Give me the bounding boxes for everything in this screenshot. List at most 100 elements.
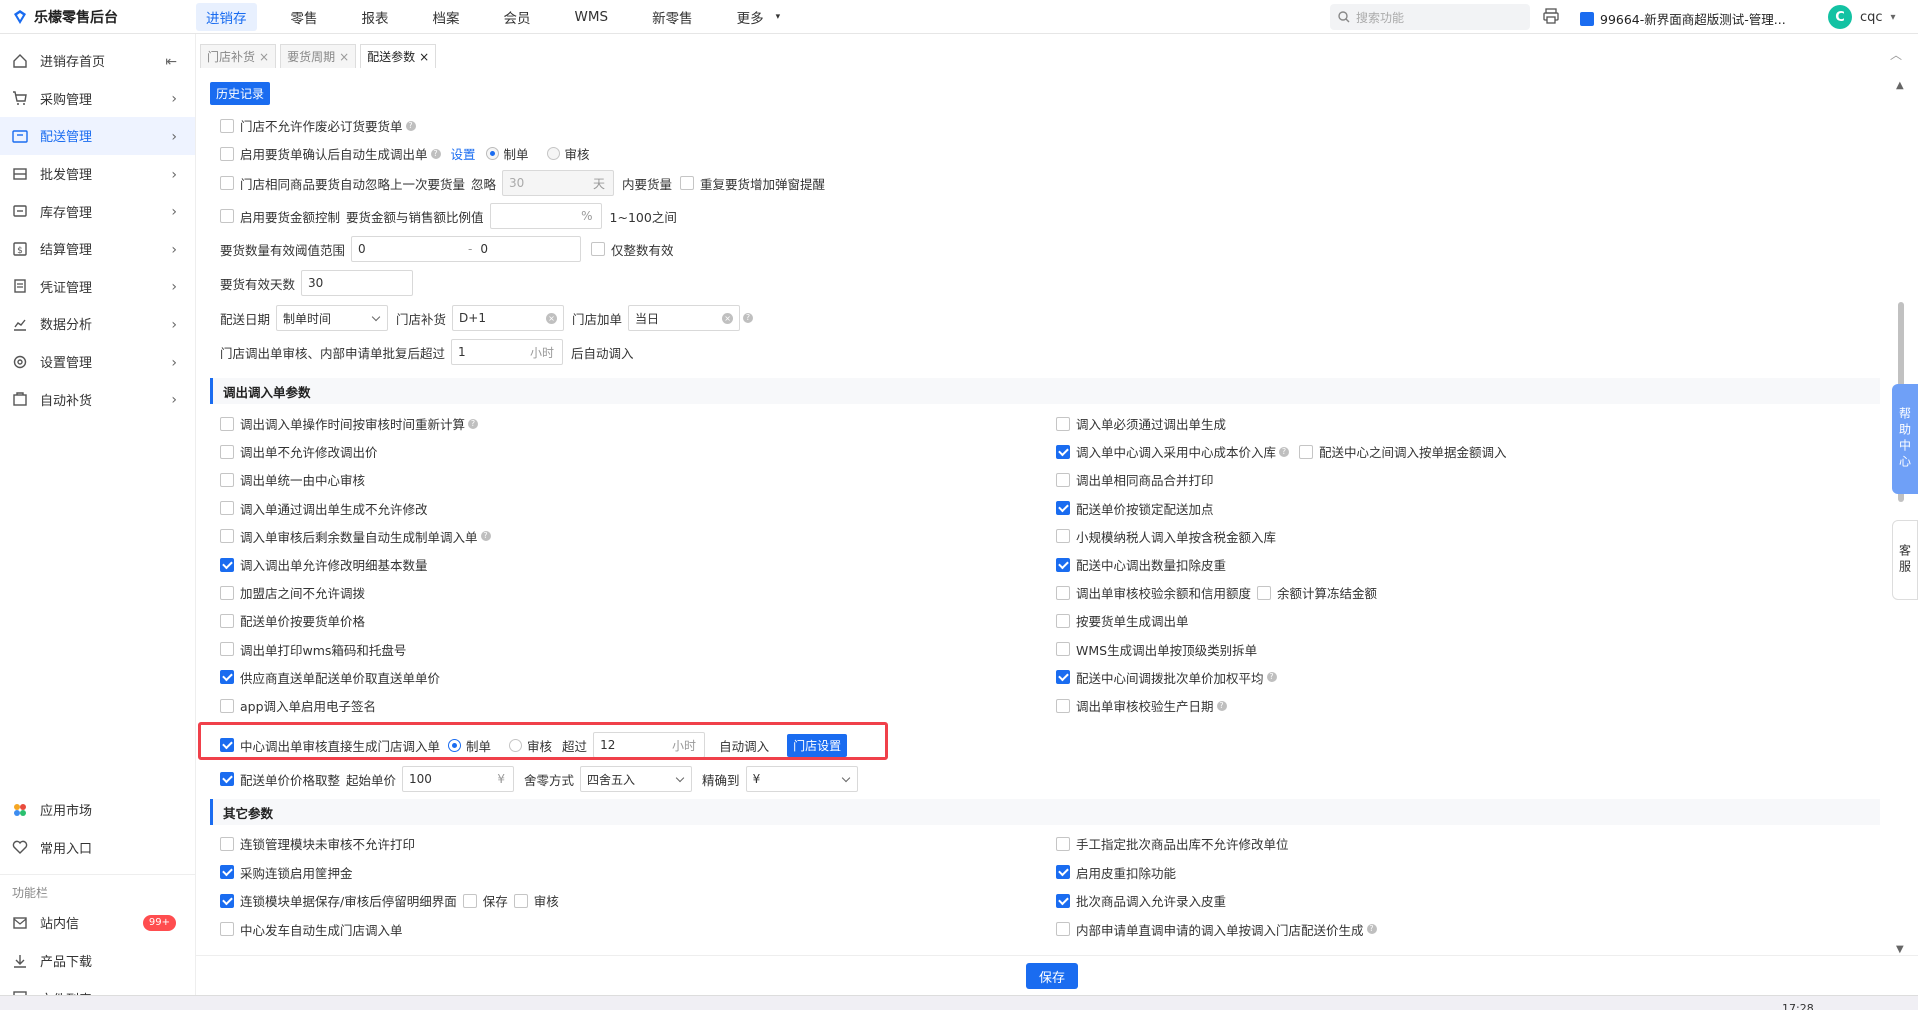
save-button[interactable]: 保存 — [1026, 963, 1078, 989]
help-icon[interactable]: ? — [1216, 700, 1227, 711]
store-replenish-input[interactable]: D+1 × — [452, 305, 565, 331]
radio-draft[interactable] — [485, 147, 499, 160]
ignore-days-input[interactable]: 30 天 — [502, 170, 615, 196]
checkbox[interactable] — [1056, 670, 1070, 685]
close-icon[interactable]: × — [339, 50, 349, 64]
rounding-select[interactable]: 四舍五入 — [580, 766, 693, 792]
checkbox[interactable] — [220, 118, 234, 133]
valid-days-input[interactable]: 30 — [301, 270, 414, 296]
store-add-input[interactable]: 当日 × — [628, 305, 741, 331]
sidebar-item[interactable]: 批发管理 › — [0, 155, 195, 193]
radio-audit[interactable] — [546, 147, 560, 160]
sidebar-item[interactable]: 常用入口 — [0, 829, 196, 867]
sidebar-item[interactable]: 产品下载 — [0, 942, 196, 980]
brand[interactable]: 乐檬零售后台 — [0, 7, 196, 27]
sidebar-item[interactable]: 凭证管理 › — [0, 268, 195, 306]
checkbox[interactable] — [1257, 585, 1272, 600]
scroll-up-icon[interactable]: ▲ — [1896, 80, 1904, 91]
checkbox[interactable] — [220, 585, 234, 600]
sidebar-item[interactable]: 自动补货 › — [0, 380, 195, 418]
top-nav-item[interactable]: 零售 — [281, 3, 328, 31]
checkbox[interactable] — [220, 922, 234, 936]
sidebar-item[interactable]: 采购管理 › — [0, 80, 195, 118]
checkbox[interactable] — [1056, 416, 1070, 431]
checkbox[interactable] — [1056, 922, 1070, 936]
history-button[interactable]: 历史记录 — [210, 82, 271, 105]
checkbox[interactable] — [220, 836, 234, 851]
user-menu[interactable]: C cqc ▾ — [1828, 5, 1896, 29]
tab-2[interactable]: 配送参数 × — [360, 44, 437, 68]
top-nav-item[interactable]: 新零售 — [642, 3, 703, 31]
start-price-input[interactable]: 100 ¥ — [402, 766, 515, 792]
checkbox[interactable] — [680, 176, 695, 190]
sidebar-item[interactable]: 设置管理 › — [0, 343, 195, 381]
checkbox[interactable] — [220, 670, 234, 685]
printer-icon[interactable] — [1542, 7, 1560, 25]
checkbox[interactable] — [220, 642, 234, 657]
precision-select[interactable]: ¥ — [745, 766, 858, 792]
sidebar-item[interactable]: 进销存首页 ⇤ — [0, 42, 195, 80]
top-nav-item[interactable]: 档案 — [423, 3, 470, 31]
help-icon[interactable]: ? — [1366, 924, 1377, 934]
checkbox[interactable] — [220, 501, 234, 516]
sidebar-item[interactable]: $ 结算管理 › — [0, 230, 195, 268]
checkbox[interactable] — [220, 444, 234, 459]
ratio-input[interactable]: % — [489, 203, 602, 229]
clear-icon[interactable]: × — [722, 313, 734, 324]
checkbox[interactable] — [220, 772, 234, 786]
checkbox[interactable] — [220, 557, 234, 572]
scroll-down-icon[interactable]: ▼ — [1896, 944, 1904, 955]
top-nav-item[interactable]: 进销存 — [196, 2, 257, 31]
checkbox[interactable] — [1056, 698, 1070, 713]
threshold-range-input[interactable]: 0 - 0 — [351, 236, 582, 262]
delivery-date-select[interactable]: 制单时间 — [276, 305, 389, 331]
help-icon[interactable]: ? — [468, 418, 479, 429]
tab-0[interactable]: 门店补货 × — [200, 44, 277, 68]
close-icon[interactable]: × — [259, 50, 269, 64]
settings-link[interactable]: 设置 — [451, 144, 476, 163]
sidebar-item[interactable]: 站内信 99+ — [0, 904, 196, 942]
help-icon[interactable]: ? — [1266, 672, 1277, 683]
help-icon[interactable]: ? — [1279, 446, 1290, 457]
checkbox[interactable] — [462, 893, 477, 908]
collapse-tabs-icon[interactable]: ︿ — [1890, 46, 1902, 63]
checkbox[interactable] — [220, 613, 234, 628]
org-selector[interactable]: 99664-新界面商超版测试-管理... — [1580, 9, 1786, 28]
sidebar-item[interactable]: 应用市场 — [0, 791, 196, 829]
checkbox[interactable] — [1056, 613, 1070, 628]
auto-in-hours-input[interactable]: 1 小时 — [451, 339, 564, 365]
checkbox[interactable] — [220, 529, 234, 544]
checkbox[interactable] — [220, 698, 234, 713]
tab-1[interactable]: 要货周期 × — [280, 44, 357, 68]
checkbox[interactable] — [1056, 836, 1070, 851]
sidebar-item[interactable]: 数据分析 › — [0, 305, 195, 343]
checkbox[interactable] — [1299, 444, 1314, 459]
help-icon[interactable]: ? — [430, 148, 441, 159]
checkbox[interactable] — [220, 416, 234, 431]
checkbox[interactable] — [220, 893, 234, 908]
checkbox[interactable] — [1056, 585, 1070, 600]
checkbox[interactable] — [220, 865, 234, 879]
checkbox[interactable] — [591, 242, 606, 256]
checkbox[interactable] — [1056, 557, 1070, 572]
clear-icon[interactable]: × — [546, 313, 558, 324]
checkbox[interactable] — [1056, 865, 1070, 879]
top-nav-item[interactable]: 报表 — [352, 3, 399, 31]
sidebar-item[interactable]: 配送管理 › — [0, 117, 195, 155]
checkbox[interactable] — [220, 209, 234, 223]
close-icon[interactable]: × — [419, 50, 429, 64]
help-icon[interactable]: ? — [405, 120, 416, 131]
checkbox[interactable] — [220, 472, 234, 487]
checkbox[interactable] — [1056, 529, 1070, 544]
help-icon[interactable]: ? — [480, 531, 491, 542]
checkbox[interactable] — [220, 176, 234, 190]
checkbox[interactable] — [1056, 893, 1070, 908]
customer-service-button[interactable]: 客服 — [1892, 520, 1918, 600]
checkbox[interactable] — [1056, 642, 1070, 657]
checkbox[interactable] — [1056, 472, 1070, 487]
top-nav-item[interactable]: 会员 — [494, 3, 541, 31]
top-nav-item[interactable]: 更多 — [727, 3, 774, 31]
top-nav-item[interactable]: WMS — [565, 5, 619, 29]
checkbox[interactable] — [220, 146, 234, 161]
checkbox[interactable] — [513, 893, 528, 908]
